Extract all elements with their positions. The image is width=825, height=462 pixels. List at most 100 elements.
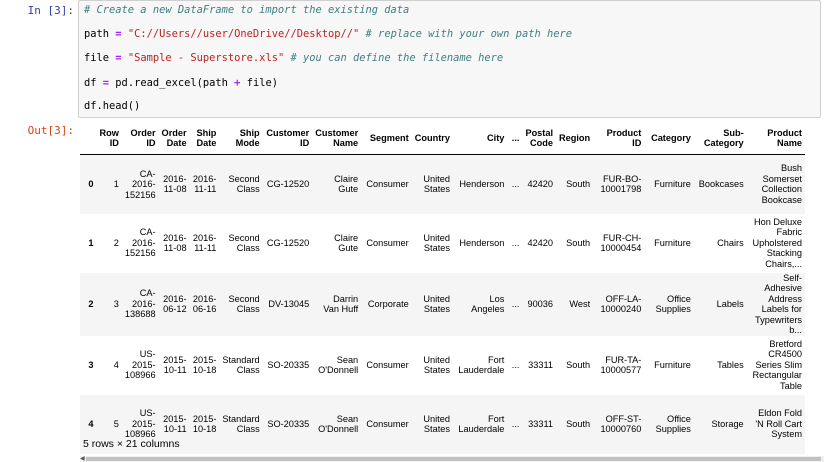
table-cell: Claire Gute	[334, 232, 359, 254]
shape-note: 5 rows × 21 columns	[83, 438, 180, 450]
table-cell: 2016-11-11	[192, 232, 217, 254]
table-cell: Furniture	[654, 237, 691, 248]
table-cell: SO-20335	[262, 394, 313, 454]
table-cell: CA-2016-152156	[121, 154, 159, 214]
code-line: df.head()	[84, 99, 140, 113]
column-header: City	[452, 122, 508, 155]
column-header: Segment	[361, 122, 412, 155]
table-cell: 2016-11-11	[189, 154, 220, 214]
table-cell: Fort Lauderdale	[452, 394, 508, 454]
table-cell: DV-13045	[262, 272, 313, 336]
column-header: Ship Mode	[219, 122, 263, 155]
table-cell: Eldon Fold 'N Roll Cart System	[746, 394, 805, 454]
table-cell: CG-12520	[266, 237, 310, 248]
table-cell: FUR-TA-10000577	[600, 354, 642, 376]
table-cell: ...	[507, 154, 523, 214]
table-cell: FUR-BO-10001798	[593, 154, 645, 214]
table-cell: United States	[411, 154, 453, 214]
table-cell: Furniture	[644, 154, 694, 214]
code-token: df	[84, 77, 103, 89]
table-cell: 33311	[528, 359, 554, 370]
table-cell: 2016-11-08	[163, 232, 187, 254]
table-cell: Office Supplies	[644, 394, 694, 454]
table-cell: Consumer	[361, 394, 412, 454]
table-cell: Hon Deluxe Fabric Upholstered Stacking C…	[752, 216, 802, 269]
row-index: 0	[80, 154, 97, 214]
table-header: Row ID Order ID Order Date Ship Date Ship Mo…	[80, 122, 805, 155]
code-token: # Create a new DataFrame to import the e…	[84, 4, 410, 16]
table-cell: Claire Gute	[312, 154, 362, 214]
scrollbar-thumb[interactable]	[86, 457, 821, 461]
table-row: 3 4 US-2015-108966 2015-10-11 2015-10-18 Stan…	[80, 336, 805, 395]
table-cell: Office Supplies	[644, 272, 694, 336]
table-cell: Bretford CR4500 Series Slim Rectangular …	[752, 338, 802, 391]
table-cell: 42420	[522, 154, 557, 214]
column-header: Customer Name	[312, 122, 362, 155]
table-cell: 2015-10-18	[189, 394, 220, 454]
table-cell: 90036	[522, 272, 557, 336]
table-cell: 42420	[527, 237, 554, 248]
table-cell: OFF-LA-10000240	[593, 272, 645, 336]
table-cell: 2016-06-16	[189, 272, 220, 336]
output-prompt: Out[3]:	[27, 124, 74, 137]
table-cell: South	[556, 394, 594, 454]
code-token: file)	[240, 77, 278, 89]
table-cell: Corporate	[361, 272, 412, 336]
table-body: 0 1 CA-2016-152156 2016-11-08 2016-11-11 Seco…	[80, 154, 805, 454]
table-cell: SO-20335	[267, 359, 310, 370]
table-row: 4 5 US-2015-108966 2015-10-11 2015-10-18 Stan…	[80, 394, 805, 454]
table-cell: Standard Class	[219, 394, 263, 454]
column-header: Ship Date	[189, 122, 220, 155]
table-cell: Henderson	[459, 237, 505, 248]
table-cell: Second Class	[219, 272, 263, 336]
code-token: # replace with your own path here	[365, 28, 572, 40]
table-cell: Second Class	[219, 154, 263, 214]
table-row: 1 2 CA-2016-152156 2016-11-08 2016-11-11 Seco…	[80, 214, 805, 273]
column-header	[80, 122, 97, 155]
table-cell: 33311	[522, 394, 557, 454]
table-cell: Standard Class	[222, 354, 260, 376]
column-header: ...	[507, 122, 523, 155]
table-cell: 2016-06-12	[158, 272, 190, 336]
code-token: df.head()	[84, 100, 141, 112]
table-cell: Sean O'Donnell	[318, 354, 359, 376]
column-header: Product ID	[593, 122, 645, 155]
table-cell: 2	[113, 237, 119, 248]
table-cell: Consumer	[366, 359, 409, 370]
row-index: 3	[88, 360, 94, 370]
code-token: # you can define the filename here	[290, 52, 504, 64]
code-input-area[interactable]: # Create a new DataFrame to import the e…	[78, 0, 821, 118]
table-cell: ...	[511, 237, 520, 248]
horizontal-scrollbar[interactable]: ◀	[80, 456, 824, 462]
row-index: 1	[88, 238, 94, 248]
code-token: "C://Users//user/OneDrive//Desktop//"	[127, 28, 360, 40]
code-token: file	[84, 52, 116, 64]
table-cell: South	[556, 154, 594, 214]
table-cell: 4	[113, 359, 119, 370]
table-cell: US-2015-108966	[124, 349, 156, 381]
code-line: path = "C://Users//user/OneDrive//Deskto…	[84, 27, 572, 41]
column-header: Postal Code	[522, 122, 557, 155]
table-cell: ...	[507, 394, 523, 454]
table-row: 2 3 CA-2016-138688 2016-06-12 2016-06-16 Seco…	[80, 272, 805, 336]
column-header: Row ID	[96, 122, 122, 155]
table-cell: CG-12520	[262, 154, 313, 214]
table-cell: Furniture	[654, 359, 691, 370]
table-cell: South	[566, 237, 591, 248]
table-cell: Los Angeles	[452, 272, 508, 336]
table-cell: West	[556, 272, 594, 336]
column-header: Category	[644, 122, 694, 155]
table-cell: FUR-CH-10000454	[600, 232, 642, 254]
code-line: file = "Sample - Superstore.xls" # you c…	[84, 51, 503, 65]
table-cell: Fort Lauderdale	[458, 354, 505, 376]
table-cell: 3	[96, 272, 122, 336]
table-cell: Bush Somerset Collection Bookcase	[746, 154, 805, 214]
column-header: Country	[411, 122, 453, 155]
table-cell: Consumer	[361, 154, 412, 214]
table-cell: 1	[96, 154, 122, 214]
input-prompt: In [3]:	[27, 4, 74, 17]
table-cell: OFF-ST-10000760	[593, 394, 645, 454]
table-cell: Henderson	[452, 154, 508, 214]
column-header: Product Name	[746, 122, 805, 155]
code-token: path	[84, 28, 116, 40]
